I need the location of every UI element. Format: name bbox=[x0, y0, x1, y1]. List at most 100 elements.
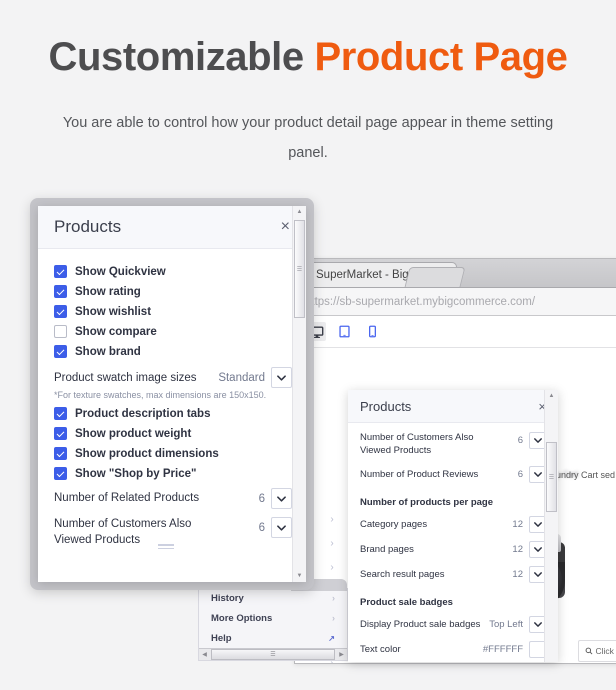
setting-label: Text color bbox=[360, 643, 401, 655]
checkbox-row-show-shop-by-price[interactable]: Show "Shop by Price" bbox=[54, 467, 292, 480]
checkbox-icon[interactable] bbox=[54, 325, 67, 338]
panel-header: Products × bbox=[38, 206, 306, 249]
setting-value: 6 bbox=[258, 521, 265, 534]
setting-label: Brand pages bbox=[360, 543, 414, 555]
checkbox-icon[interactable] bbox=[54, 447, 67, 460]
setting-row-text-color[interactable]: Text color #FFFFFF bbox=[360, 640, 546, 658]
checkbox-icon[interactable] bbox=[54, 427, 67, 440]
setting-label: Number of Customers Also Viewed Products bbox=[360, 432, 474, 456]
checkbox-label: Show wishlist bbox=[75, 305, 152, 318]
vertical-scrollbar[interactable]: ▲ ☰ bbox=[544, 390, 558, 662]
scrollbar-thumb[interactable]: ☰ bbox=[211, 649, 335, 660]
checkbox-label: Show Quickview bbox=[75, 265, 166, 278]
scroll-right-arrow-icon[interactable]: ▶ bbox=[336, 651, 347, 658]
setting-row-search-result-pages[interactable]: Search result pages 12 bbox=[360, 565, 546, 583]
chevron-right-icon[interactable]: › bbox=[323, 556, 341, 580]
checkbox-icon[interactable] bbox=[54, 305, 67, 318]
checkbox-icon[interactable] bbox=[54, 407, 67, 420]
scroll-left-arrow-icon[interactable]: ◀ bbox=[199, 651, 210, 658]
swatch-hint-text: *For texture swatches, max dimensions ar… bbox=[54, 390, 267, 400]
setting-row-category-pages[interactable]: Category pages 12 bbox=[360, 515, 546, 533]
checkbox-icon[interactable] bbox=[54, 285, 67, 298]
scroll-down-arrow-icon[interactable]: ▼ bbox=[293, 570, 306, 582]
tablet-view-icon[interactable] bbox=[335, 322, 354, 341]
checkbox-icon[interactable] bbox=[54, 467, 67, 480]
setting-row-product-swatch-image-sizes[interactable]: Product swatch image sizes Standard bbox=[54, 367, 292, 388]
checkbox-row-product-description-tabs[interactable]: Product description tabs bbox=[54, 407, 292, 420]
setting-value: Top Left bbox=[489, 618, 523, 630]
checkbox-icon[interactable] bbox=[54, 345, 67, 358]
panel-body: Show Quickview Show rating Show wishlist… bbox=[38, 249, 306, 555]
panel-title: Products bbox=[54, 217, 122, 236]
horizontal-scrollbar[interactable]: ◀ ☰ ▶ bbox=[199, 648, 347, 660]
page-title-plain: Customizable bbox=[48, 35, 315, 79]
sidebar-item-more-options[interactable]: More Options › bbox=[199, 608, 347, 628]
sidebar-item-history[interactable]: History › bbox=[199, 588, 347, 608]
setting-row-number-of-product-reviews[interactable]: Number of Product Reviews 6 bbox=[360, 465, 546, 483]
checkbox-row-show-compare[interactable]: Show compare bbox=[54, 325, 292, 338]
chevron-down-icon[interactable] bbox=[271, 517, 292, 538]
resize-grip-line bbox=[157, 547, 174, 549]
vertical-scrollbar[interactable]: ▲ ☰ ▼ bbox=[292, 206, 306, 582]
setting-value: Standard bbox=[218, 371, 265, 384]
setting-value: 6 bbox=[517, 435, 523, 446]
setting-label: Display Product sale badges bbox=[360, 618, 481, 630]
chevron-down-icon[interactable] bbox=[271, 488, 292, 509]
panel-title: Products bbox=[360, 398, 412, 414]
sidebar-item-label: More Options bbox=[211, 612, 273, 624]
checkbox-label: Show product dimensions bbox=[75, 447, 219, 460]
setting-label: Number of Related Products bbox=[54, 491, 200, 504]
chevron-right-icon: › bbox=[332, 613, 335, 623]
checkbox-row-show-brand[interactable]: Show brand bbox=[54, 345, 292, 358]
sidebar-item-help[interactable]: Help ↗ bbox=[199, 628, 347, 648]
checkbox-row-show-product-dimensions[interactable]: Show product dimensions bbox=[54, 447, 292, 460]
zoom-hint-label: Click to z bbox=[595, 646, 616, 656]
scrollbar-thumb[interactable]: ☰ bbox=[546, 442, 557, 512]
checkbox-row-show-rating[interactable]: Show rating bbox=[54, 285, 292, 298]
setting-row-number-of-customers-also-viewed-products[interactable]: Number of Customers Also Viewed Products… bbox=[360, 432, 546, 458]
browser-url-text: https://sb-supermarket.mybigcommerce.com… bbox=[305, 295, 536, 308]
external-link-icon: ↗ bbox=[328, 633, 335, 643]
panel-resize-handle[interactable] bbox=[38, 544, 293, 549]
section-heading-product-sale-badges: Product sale badges bbox=[360, 596, 453, 608]
setting-row-display-product-sale-badges[interactable]: Display Product sale badges Top Left bbox=[360, 615, 546, 633]
checkbox-label: Show rating bbox=[75, 285, 141, 298]
setting-value: 12 bbox=[512, 518, 523, 530]
product-name-text: aundry Cart sed d bbox=[551, 470, 616, 480]
mobile-view-icon[interactable] bbox=[363, 322, 382, 341]
resize-grip-line bbox=[157, 544, 174, 546]
setting-row-number-of-related-products[interactable]: Number of Related Products 6 bbox=[54, 488, 292, 509]
checkbox-label: Show brand bbox=[75, 345, 141, 358]
hero-section: Customizable Product Page You are able t… bbox=[0, 0, 616, 169]
checkbox-row-show-quickview[interactable]: Show Quickview bbox=[54, 265, 292, 278]
chevron-right-icon[interactable]: › bbox=[323, 508, 341, 532]
page-subtitle: You are able to control how your product… bbox=[62, 115, 554, 161]
close-icon[interactable]: × bbox=[281, 218, 290, 236]
setting-value: 6 bbox=[517, 468, 523, 480]
scrollbar-thumb[interactable]: ☰ bbox=[294, 220, 305, 318]
zoom-hint-button[interactable]: Click to z bbox=[577, 640, 616, 662]
setting-row-brand-pages[interactable]: Brand pages 12 bbox=[360, 540, 546, 558]
panel-header: Products × bbox=[348, 390, 558, 423]
setting-value: 12 bbox=[512, 543, 523, 555]
device-preview-toolbar bbox=[295, 316, 616, 348]
browser-tab-placeholder[interactable] bbox=[404, 267, 466, 287]
browser-url-bar[interactable]: https://sb-supermarket.mybigcommerce.com… bbox=[295, 288, 616, 316]
checkbox-icon[interactable] bbox=[54, 265, 67, 278]
page-title-accent: Product Page bbox=[314, 35, 568, 79]
checkbox-label: Show product weight bbox=[75, 427, 192, 440]
panel-body: Number of Customers Also Viewed Products… bbox=[348, 423, 558, 662]
setting-value: 12 bbox=[512, 568, 523, 580]
scroll-up-arrow-icon[interactable]: ▲ bbox=[545, 390, 558, 402]
chevron-down-icon[interactable] bbox=[271, 367, 292, 388]
scroll-up-arrow-icon[interactable]: ▲ bbox=[293, 206, 306, 218]
sidebar-item-label: History bbox=[211, 592, 244, 604]
setting-label: Number of Product Reviews bbox=[360, 468, 479, 480]
sidebar-menu-card: History › More Options › Help ↗ ◀ ☰ ▶ bbox=[198, 579, 348, 661]
checkbox-row-show-product-weight[interactable]: Show product weight bbox=[54, 427, 292, 440]
checkbox-label: Show "Shop by Price" bbox=[75, 467, 197, 480]
chevron-right-icon[interactable]: › bbox=[323, 532, 341, 556]
checkbox-row-show-wishlist[interactable]: Show wishlist bbox=[54, 305, 292, 318]
browser-titlebar: SuperMarket - BigCom... bbox=[295, 259, 616, 288]
chevron-right-icon: › bbox=[332, 593, 335, 603]
